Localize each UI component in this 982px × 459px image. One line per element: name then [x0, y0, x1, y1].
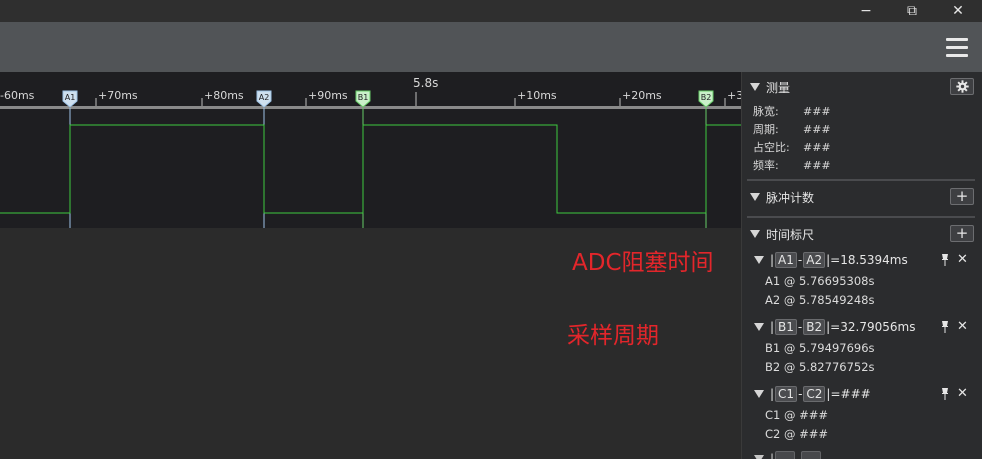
- cursor-delta-c: ###: [840, 387, 871, 401]
- collapse-triangle-icon: [750, 193, 760, 201]
- cursor-tag-b2: B2: [803, 319, 826, 335]
- cursor-tag-b1: B1: [775, 319, 797, 335]
- tick-label: +70ms: [98, 89, 138, 102]
- waveform-view[interactable]: -60ms +70ms +80ms +90ms 5.8s +10ms +20ms…: [0, 72, 741, 228]
- annotation-adc-block-time: ADC阻塞时间: [572, 250, 714, 276]
- collapse-triangle-icon: [754, 390, 764, 398]
- signal-trace: [0, 124, 741, 214]
- toolbar: [0, 22, 982, 72]
- tick-label: +10ms: [517, 89, 557, 102]
- marker-a2[interactable]: A2: [256, 90, 272, 108]
- cursor-pair-b-header[interactable]: | B1- B2 |= 32.79056ms: [754, 318, 915, 336]
- cursor-delta-a: 18.5394ms: [840, 253, 908, 267]
- logic-analyzer-window: − ⧉ ✕ -60ms +70ms +80ms +90ms 5.8s +10ms…: [0, 0, 982, 459]
- cursor-b2-time: B2 @ 5.82776752s: [765, 360, 875, 374]
- right-panel: 测量 脉宽: ### 周期: ### 占空比: ### 频率: ### 脉冲计数…: [741, 72, 982, 459]
- pulse-count-title: 脉冲计数: [766, 190, 815, 205]
- marker-b1[interactable]: B1: [355, 90, 371, 108]
- marker-label: A2: [259, 93, 270, 102]
- menu-icon[interactable]: [946, 38, 968, 58]
- section-divider: [747, 179, 975, 181]
- measure-label: 周期:: [753, 123, 779, 136]
- measure-label: 脉宽:: [753, 105, 779, 118]
- measure-value: ###: [803, 159, 831, 172]
- add-time-ruler-button[interactable]: +: [950, 225, 974, 242]
- section-divider: [747, 216, 975, 218]
- marker-label: A1: [65, 93, 76, 102]
- time-ruler-bar: [0, 106, 741, 109]
- pulse-count-section-header[interactable]: 脉冲计数: [750, 188, 814, 206]
- collapse-triangle-icon: [754, 256, 764, 264]
- collapse-triangle-icon: [750, 83, 760, 91]
- cursor-c1-time: C1 @ ###: [765, 408, 829, 422]
- measure-row-duty: 占空比: ###: [753, 139, 831, 155]
- cursor-tag-c1: C1: [775, 386, 798, 402]
- cursor-c2-time: C2 @ ###: [765, 427, 829, 441]
- cursor-a1-time: A1 @ 5.76695308s: [765, 274, 875, 288]
- cursor-pair-d-header-partial[interactable]: | -: [754, 450, 822, 459]
- tick-label: +20ms: [622, 89, 662, 102]
- marker-label: B2: [701, 93, 712, 102]
- delete-icon[interactable]: ✕: [957, 386, 968, 401]
- measure-label: 占空比:: [753, 141, 790, 154]
- minimize-icon[interactable]: −: [843, 0, 889, 22]
- cursor-b1-time: B1 @ 5.79497696s: [765, 341, 875, 355]
- cursor-tag-c2: C2: [803, 386, 826, 402]
- waveform-canvas: -60ms +70ms +80ms +90ms 5.8s +10ms +20ms…: [0, 76, 741, 228]
- tick-label-major: 5.8s: [413, 76, 438, 90]
- measure-section-header[interactable]: 测量: [750, 78, 790, 96]
- measure-row-pulse-width: 脉宽: ###: [753, 103, 831, 119]
- annotation-sample-period: 采样周期: [567, 323, 659, 349]
- tick-label: -60ms: [0, 89, 35, 102]
- collapse-triangle-icon: [754, 455, 764, 459]
- pin-icon[interactable]: [941, 321, 949, 333]
- time-ruler-section-header[interactable]: 时间标尺: [750, 225, 814, 243]
- cursor-delta-b: 32.79056ms: [840, 320, 916, 334]
- measure-value: ###: [803, 105, 831, 118]
- measure-value: ###: [803, 141, 831, 154]
- tick-label: +80ms: [204, 89, 244, 102]
- marker-label: B1: [358, 93, 369, 102]
- measure-row-period: 周期: ###: [753, 121, 831, 137]
- marker-a1[interactable]: A1: [62, 90, 78, 108]
- delete-icon[interactable]: ✕: [957, 319, 968, 334]
- delete-icon[interactable]: ✕: [957, 252, 968, 267]
- measure-settings-button[interactable]: [950, 78, 974, 95]
- collapse-triangle-icon: [750, 230, 760, 238]
- cursor-tag-a2: A2: [803, 252, 826, 268]
- pin-icon[interactable]: [941, 388, 949, 400]
- gear-icon: [955, 80, 969, 93]
- collapse-triangle-icon: [754, 323, 764, 331]
- tick-label: +90ms: [308, 89, 348, 102]
- pin-icon[interactable]: [941, 254, 949, 266]
- restore-icon[interactable]: ⧉: [889, 0, 935, 22]
- measure-row-frequency: 频率: ###: [753, 157, 831, 173]
- measure-label: 频率:: [753, 159, 779, 172]
- time-ruler-title: 时间标尺: [766, 227, 815, 242]
- cursor-pair-a-header[interactable]: | A1- A2 |= 18.5394ms: [754, 251, 908, 269]
- cursor-tag-a1: A1: [775, 252, 797, 268]
- tick-label: +3: [727, 89, 741, 102]
- measure-title: 测量: [766, 80, 791, 95]
- add-pulse-count-button[interactable]: +: [950, 188, 974, 205]
- title-bar: − ⧉ ✕: [0, 0, 982, 22]
- cursor-pair-c-header[interactable]: | C1- C2 |= ###: [754, 385, 871, 403]
- marker-b2[interactable]: B2: [698, 90, 714, 108]
- close-icon[interactable]: ✕: [935, 0, 981, 22]
- measure-value: ###: [803, 123, 831, 136]
- cursor-a2-time: A2 @ 5.78549248s: [765, 293, 875, 307]
